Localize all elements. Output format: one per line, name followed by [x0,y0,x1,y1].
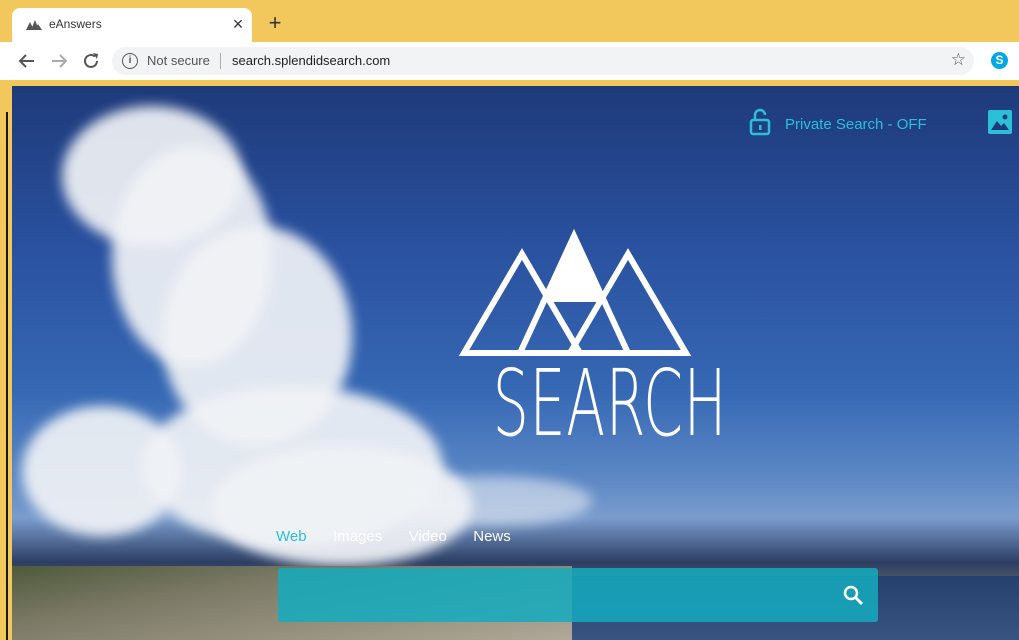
url-text[interactable]: search.splendidsearch.com [232,53,390,68]
tab-images[interactable]: Images [333,528,382,545]
search-bar [278,568,878,622]
tab-video[interactable]: Video [409,528,447,545]
image-icon[interactable] [988,110,1012,134]
window-frame-left [0,42,12,640]
page-content: Private Search - OFF SEARCH Web Images V… [12,86,1019,640]
reload-icon[interactable] [80,50,102,72]
search-logo-icon [458,228,692,356]
tab-web[interactable]: Web [276,528,307,545]
tab-news[interactable]: News [473,528,511,545]
private-search-label[interactable]: Private Search - OFF [785,116,927,133]
search-input[interactable] [290,580,834,612]
logo-text: SEARCH [492,350,728,457]
mountain-favicon-icon [26,20,42,30]
security-status[interactable]: Not secure [147,53,210,68]
tab-eanswers[interactable]: eAnswers × [12,8,252,42]
address-bar[interactable]: i Not secure search.splendidsearch.com ☆ [112,47,974,75]
close-tab-icon[interactable]: × [228,13,248,35]
bookmark-star-icon[interactable]: ☆ [951,50,966,70]
search-type-tabs: Web Images Video News [276,528,533,546]
new-tab-button[interactable]: + [264,12,286,34]
search-icon[interactable] [842,584,864,606]
back-arrow-icon[interactable] [16,50,38,72]
forward-arrow-icon[interactable] [48,50,70,72]
info-icon[interactable]: i [122,53,138,69]
skype-extension-icon[interactable]: S [991,52,1008,69]
tab-title: eAnswers [49,17,102,31]
browser-toolbar: i Not secure search.splendidsearch.com ☆… [0,42,1019,80]
omnibox-separator [220,53,221,69]
lock-icon [749,108,771,136]
